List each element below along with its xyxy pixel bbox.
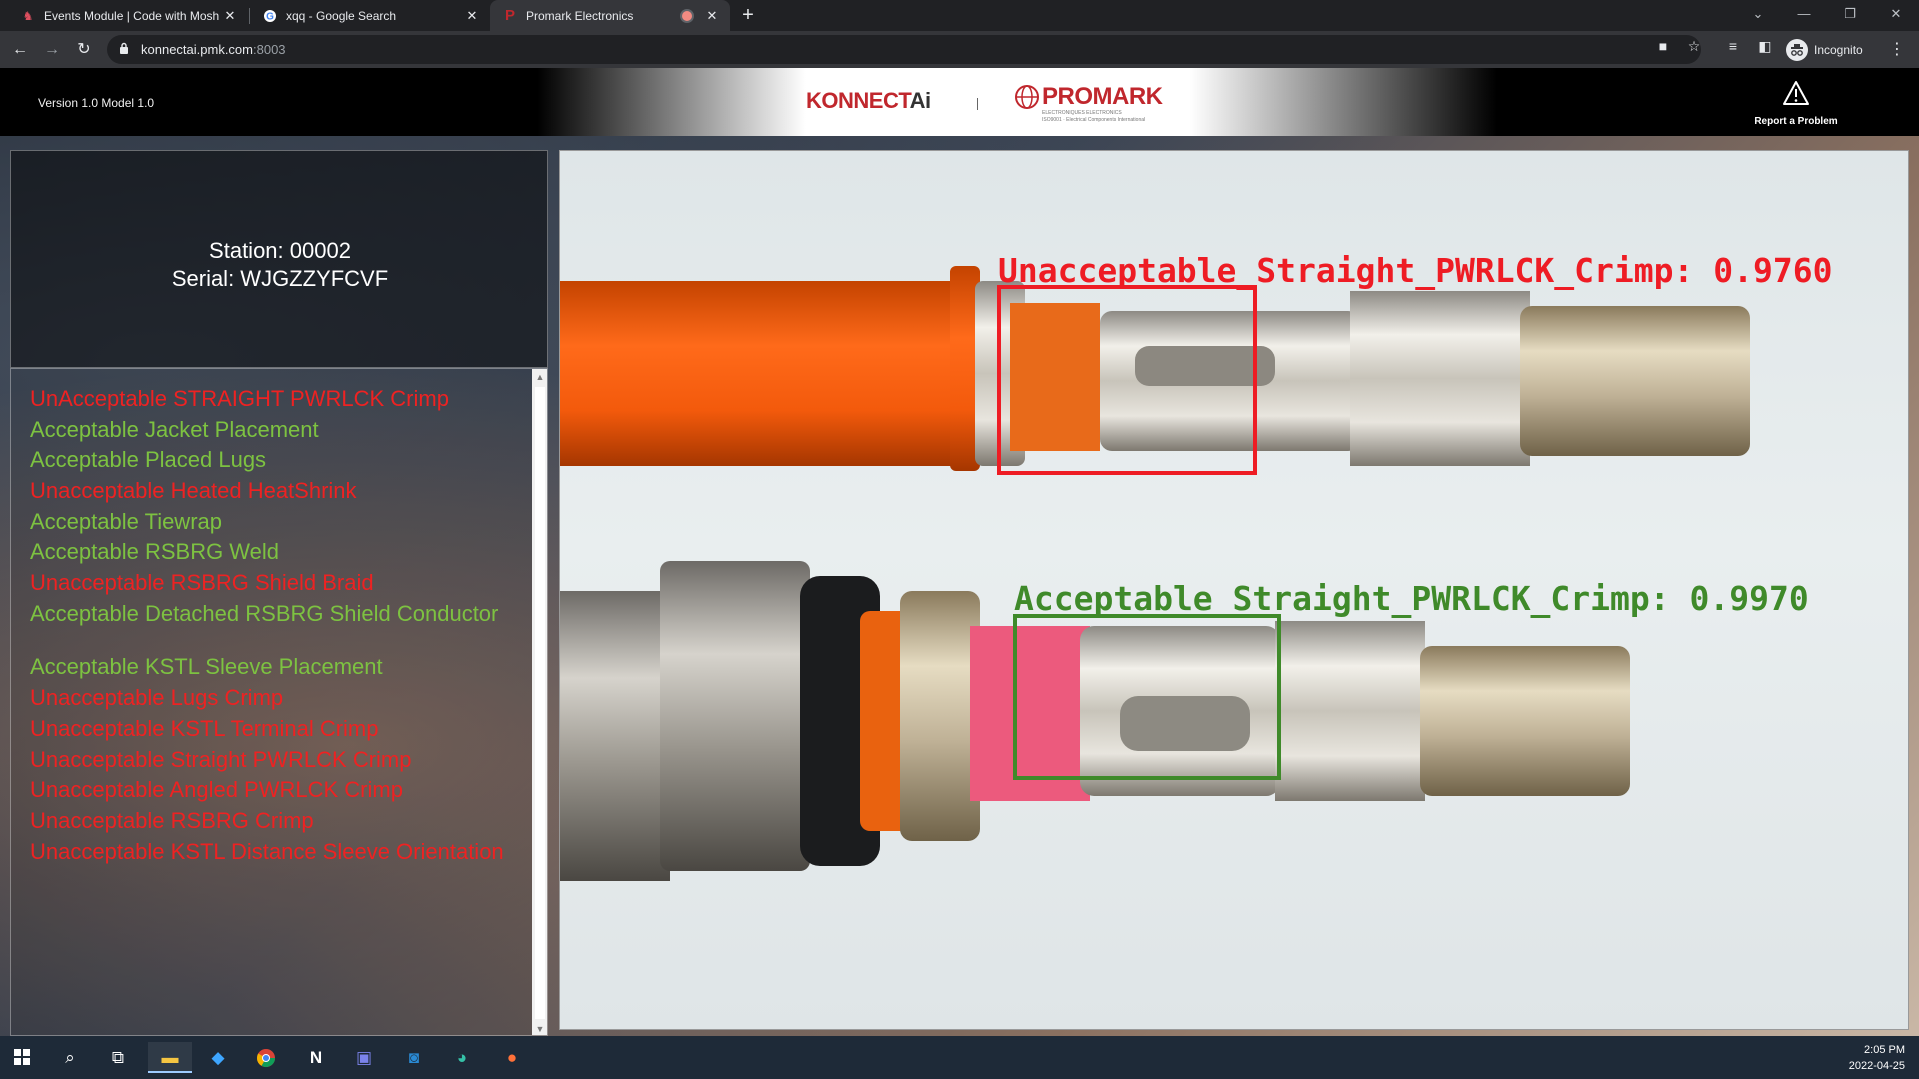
- results-scrollbar[interactable]: ▲ ▼: [532, 369, 547, 1035]
- detection-label-pass: Acceptable_Straight_PWRLCK_Crimp: 0.9970: [1014, 579, 1809, 618]
- result-item-pass: Acceptable Detached RSBRG Shield Conduct…: [30, 601, 499, 626]
- forward-arrow-icon[interactable]: →: [39, 37, 65, 63]
- camera-in-use-icon[interactable]: ■: [1653, 37, 1673, 55]
- screen: ♞ Events Module | Code with Mosh ✕ G xqq…: [0, 0, 1919, 1079]
- version-text: Version 1.0 Model 1.0: [38, 96, 155, 110]
- result-item-fail: UnAcceptable STRAIGHT PWRLCK Crimp: [30, 386, 449, 411]
- app-header: Version 1.0 Model 1.0 KONNECTAi PROMARK …: [0, 68, 1919, 136]
- new-tab-button[interactable]: +: [736, 3, 760, 27]
- svg-text:G: G: [266, 11, 274, 22]
- warning-icon: [1783, 81, 1809, 105]
- bottom-nut: [560, 591, 670, 881]
- promark-favicon-icon: P: [504, 7, 515, 24]
- outlook-icon[interactable]: ◙: [392, 1042, 436, 1073]
- incognito-profile-button[interactable]: Incognito: [1786, 36, 1863, 63]
- chrome-icon[interactable]: [244, 1042, 288, 1073]
- station-id: Station: 00002: [209, 238, 351, 263]
- top-collar: [1350, 291, 1530, 466]
- bottom-collar: [1275, 621, 1425, 801]
- tab-title: Promark Electronics: [526, 8, 634, 23]
- bottom-thread: [660, 561, 810, 871]
- result-item-pass: Acceptable RSBRG Weld: [30, 539, 280, 564]
- clock-date: 2022-04-25: [1848, 1060, 1905, 1072]
- result-item-fail: Unacceptable Lugs Crimp: [30, 685, 284, 710]
- promark-globe-icon: [1015, 85, 1039, 109]
- scroll-thumb[interactable]: [535, 387, 545, 1019]
- address-bar[interactable]: konnectai.pmk.com:8003: [107, 35, 1701, 64]
- tab-title: xqq - Google Search: [286, 8, 397, 23]
- tab-search-icon[interactable]: ⌄: [1738, 0, 1778, 31]
- file-explorer-icon[interactable]: ▬: [148, 1042, 192, 1073]
- result-item-pass: Acceptable Placed Lugs: [30, 447, 267, 472]
- report-problem-button[interactable]: Report a Problem: [1740, 80, 1852, 130]
- incognito-label: Incognito: [1814, 42, 1863, 57]
- top-pin: [1520, 306, 1750, 456]
- clock-time: 2:05 PM: [1864, 1044, 1905, 1056]
- top-sleeve: [1010, 303, 1100, 451]
- recording-indicator-icon: [682, 10, 692, 21]
- incognito-icon: [1786, 38, 1808, 61]
- bottom-braid-ring: [900, 591, 980, 841]
- result-item-fail: Unacceptable Angled PWRLCK Crimp: [30, 777, 403, 802]
- edge-icon[interactable]: ◕: [440, 1042, 484, 1073]
- result-item-fail: Unacceptable Straight PWRLCK Crimp: [30, 747, 412, 772]
- google-favicon-icon: G: [262, 8, 278, 24]
- tab-events-module[interactable]: ♞ Events Module | Code with Mosh ✕: [8, 0, 248, 31]
- result-item-fail: Unacceptable RSBRG Crimp: [30, 808, 314, 833]
- result-item-pass: Acceptable Jacket Placement: [30, 417, 319, 442]
- browser-menu-icon[interactable]: ⋮: [1888, 39, 1906, 59]
- mosh-favicon-icon: ♞: [22, 8, 34, 23]
- search-icon[interactable]: ⌕: [48, 1042, 92, 1073]
- minimize-button[interactable]: —: [1784, 0, 1824, 31]
- system-clock[interactable]: 2:05 PM 2022-04-25: [1825, 1042, 1905, 1074]
- detection-label-fail: Unacceptable_Straight_PWRLCK_Crimp: 0.97…: [998, 251, 1833, 290]
- bottom-pin: [1420, 646, 1630, 796]
- lock-icon: [120, 42, 128, 54]
- app-body: Version 1.0 Model 1.0 KONNECTAi PROMARK …: [0, 68, 1919, 1036]
- result-item-fail: Unacceptable Heated HeatShrink: [30, 478, 357, 503]
- close-tab-icon[interactable]: ✕: [222, 8, 238, 24]
- camera-feed: Unacceptable_Straight_PWRLCK_Crimp: 0.97…: [559, 150, 1909, 1030]
- browser-tab-strip: ♞ Events Module | Code with Mosh ✕ G xqq…: [0, 0, 1919, 31]
- teams-icon[interactable]: ▣: [342, 1042, 386, 1073]
- report-problem-label: Report a Problem: [1754, 116, 1838, 127]
- tab-promark-electronics[interactable]: P Promark Electronics ✕: [490, 0, 730, 31]
- back-arrow-icon[interactable]: ←: [7, 37, 33, 63]
- side-panel-icon[interactable]: ◧: [1755, 37, 1775, 55]
- firefox-icon[interactable]: ●: [490, 1042, 534, 1073]
- browser-toolbar: ← → ↻ konnectai.pmk.com:8003 ■ ☆ ≡ ◧ Inc…: [0, 31, 1919, 68]
- restore-button[interactable]: ❐: [1830, 0, 1870, 31]
- url-text: konnectai.pmk.com:8003: [141, 42, 286, 57]
- windows-taskbar: ⌕ ⧉ ▬ ◆ N ▣ ◙ ◕ ● 2:05 PM 2022-04-25: [0, 1036, 1919, 1079]
- reading-list-icon[interactable]: ≡: [1723, 37, 1743, 55]
- konnectai-logo: KONNECTAi: [806, 88, 931, 113]
- tab-google-search[interactable]: G xqq - Google Search ✕: [250, 0, 490, 31]
- result-item-fail: Unacceptable KSTL Terminal Crimp: [30, 716, 379, 741]
- windows-start-icon[interactable]: [0, 1042, 44, 1073]
- result-item-fail: Unacceptable KSTL Distance Sleeve Orient…: [30, 839, 504, 864]
- close-tab-icon[interactable]: ✕: [464, 8, 480, 24]
- logo-divider: [977, 98, 978, 110]
- bottom-crimp-slot: [1120, 696, 1250, 751]
- tab-title: Events Module | Code with Mosh: [44, 8, 220, 23]
- bottom-pink-sleeve: [970, 626, 1090, 801]
- result-item-pass: Acceptable Tiewrap: [30, 509, 222, 534]
- serial-number: Serial: WJGZZYFCVF: [171, 266, 389, 291]
- top-cable: [560, 281, 960, 466]
- station-info: Station: 00002 Serial: WJGZZYFCVF: [11, 237, 549, 293]
- inspection-results-list[interactable]: UnAcceptable STRAIGHT PWRLCK Crimp Accept…: [10, 368, 548, 1036]
- reload-icon[interactable]: ↻: [71, 37, 97, 63]
- station-info-panel: Station: 00002 Serial: WJGZZYFCVF: [10, 150, 548, 368]
- task-view-icon[interactable]: ⧉: [96, 1042, 140, 1073]
- scroll-up-icon[interactable]: ▲: [532, 369, 547, 385]
- vscode-icon[interactable]: ◆: [196, 1042, 240, 1073]
- result-item-pass: Acceptable KSTL Sleeve Placement: [30, 654, 383, 679]
- close-tab-icon[interactable]: ✕: [704, 8, 720, 24]
- promark-logo: PROMARK ELECTRONIQUES ELECTRONICS ISO900…: [1012, 82, 1163, 124]
- notion-icon[interactable]: N: [294, 1042, 338, 1073]
- scroll-down-icon[interactable]: ▼: [532, 1021, 547, 1035]
- result-item-fail: Unacceptable RSBRG Shield Braid: [30, 570, 374, 595]
- close-window-button[interactable]: ✕: [1876, 0, 1916, 31]
- bookmark-star-icon[interactable]: ☆: [1684, 37, 1704, 55]
